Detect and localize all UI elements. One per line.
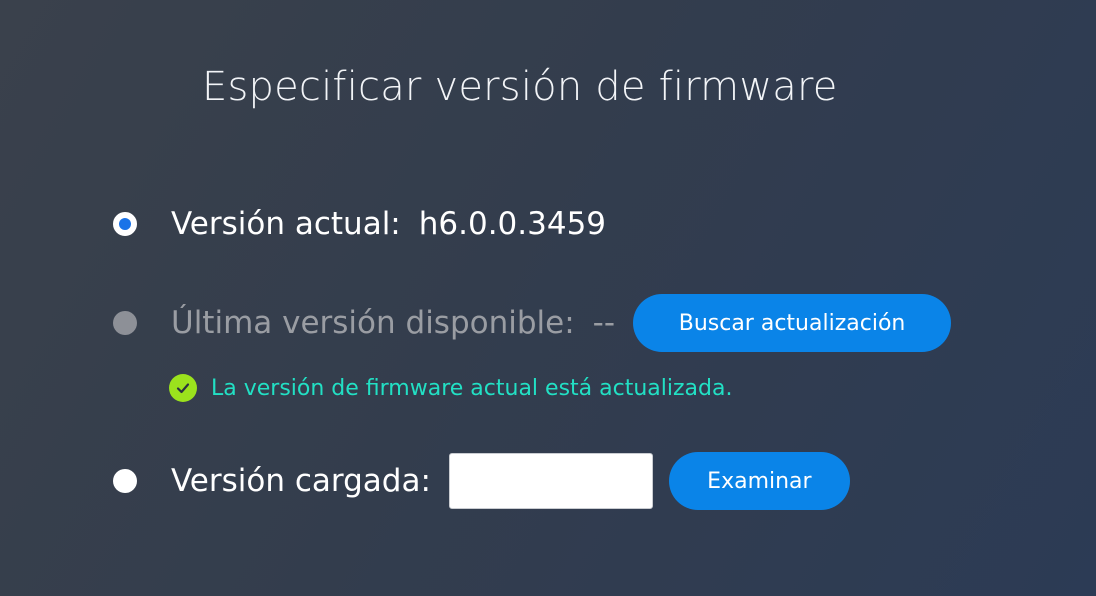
page-title: Especificar versión de firmware: [202, 64, 838, 110]
check-update-button[interactable]: Buscar actualización: [633, 294, 952, 352]
uploaded-version-label: Versión cargada:: [171, 463, 431, 499]
option-uploaded-version[interactable]: Versión cargada: Examinar: [113, 452, 850, 510]
radio-current-version[interactable]: [113, 212, 137, 236]
status-text: La versión de firmware actual está actua…: [211, 375, 733, 401]
current-version-label: Versión actual:: [171, 206, 401, 242]
status-message: La versión de firmware actual está actua…: [169, 372, 732, 404]
uploaded-file-input[interactable]: [448, 453, 653, 509]
latest-version-label: Última versión disponible:: [171, 305, 575, 341]
option-latest-version: Última versión disponible: -- Buscar act…: [113, 294, 952, 352]
latest-version-value: --: [592, 305, 616, 341]
radio-uploaded-version[interactable]: [113, 469, 137, 493]
current-version-value: h6.0.0.3459: [418, 206, 607, 242]
option-current-version[interactable]: Versión actual: h6.0.0.3459: [113, 200, 606, 248]
browse-button[interactable]: Examinar: [668, 452, 850, 510]
radio-latest-version: [113, 311, 137, 335]
check-circle-icon: [169, 374, 197, 402]
